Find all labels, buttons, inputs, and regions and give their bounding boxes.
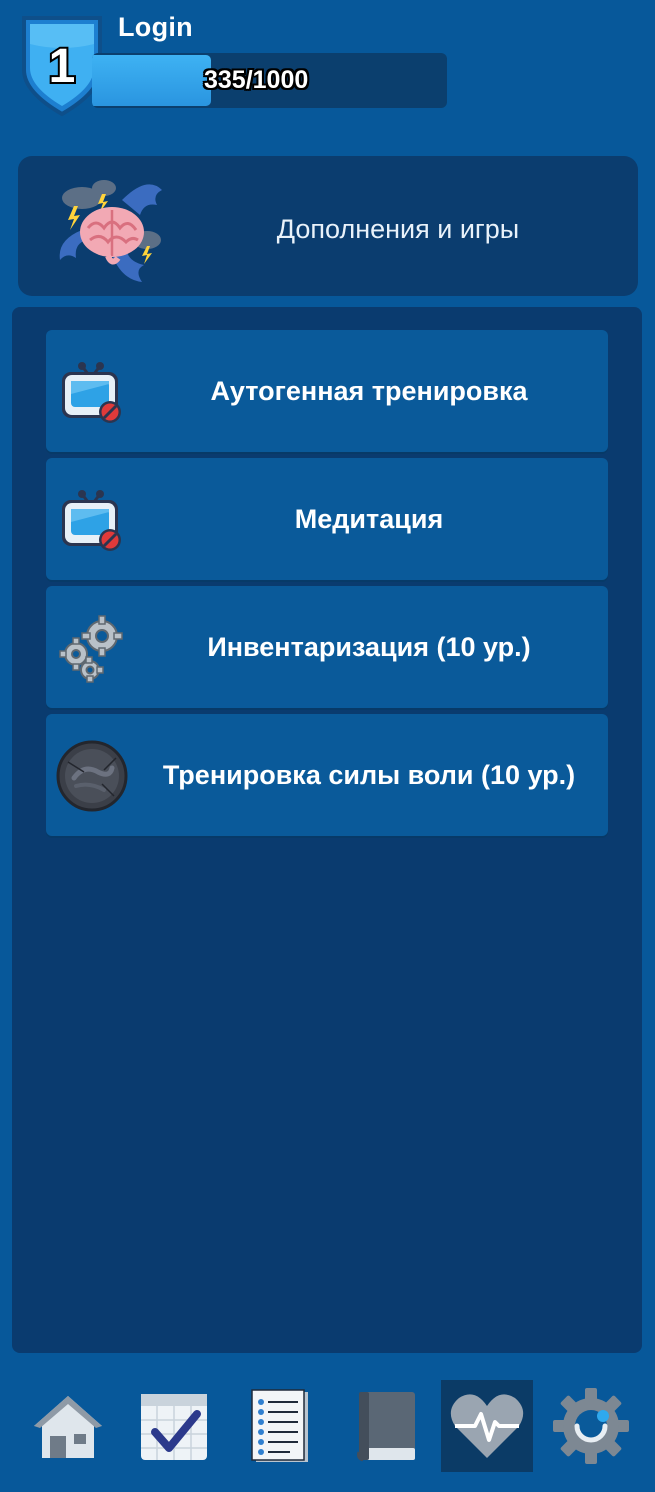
- journal-book-icon: [357, 1392, 415, 1462]
- nav-health[interactable]: [441, 1380, 533, 1472]
- xp-bar: 335/1000: [92, 53, 447, 108]
- menu-item-willpower-training[interactable]: Тренировка силы воли (10 ур.): [46, 714, 608, 836]
- bottom-navigation: [0, 1368, 655, 1492]
- level-number: 1: [49, 40, 76, 93]
- tv-blocked-icon: [62, 490, 121, 551]
- xp-fill: [92, 55, 211, 106]
- nav-tasks[interactable]: [232, 1380, 324, 1472]
- menu-item-inventory[interactable]: Инвентаризация (10 ур.): [46, 586, 608, 708]
- exercises-panel: Аутогенная тренировка Медитация Инвентар…: [12, 307, 642, 1353]
- menu-item-meditation[interactable]: Медитация: [46, 458, 608, 580]
- tv-blocked-icon: [62, 362, 121, 423]
- xp-text: 335/1000: [204, 66, 309, 94]
- addons-title: Дополнения и игры: [276, 214, 520, 244]
- brain-storm-icon: [59, 180, 162, 282]
- calendar-check-icon: [141, 1394, 207, 1460]
- nav-settings[interactable]: [545, 1380, 637, 1472]
- menu-item-label: Тренировка силы воли (10 ур.): [162, 760, 576, 790]
- checklist-icon: [251, 1389, 308, 1462]
- settings-gear-icon: [553, 1388, 629, 1464]
- username: Login: [118, 12, 193, 42]
- menu-item-label: Инвентаризация (10 ур.): [207, 632, 531, 662]
- menu-item-autogenic-training[interactable]: Аутогенная тренировка: [46, 330, 608, 452]
- nav-journal[interactable]: [337, 1380, 429, 1472]
- heart-pulse-icon: [450, 1394, 524, 1458]
- gears-icon: [59, 615, 123, 683]
- nav-home[interactable]: [22, 1380, 114, 1472]
- addons-and-games-card[interactable]: Дополнения и игры: [18, 156, 638, 296]
- nav-calendar[interactable]: [127, 1380, 219, 1472]
- menu-item-label: Аутогенная тренировка: [210, 376, 528, 406]
- locked-orb-icon: [56, 740, 128, 812]
- menu-item-label: Медитация: [294, 504, 444, 534]
- home-icon: [34, 1396, 102, 1458]
